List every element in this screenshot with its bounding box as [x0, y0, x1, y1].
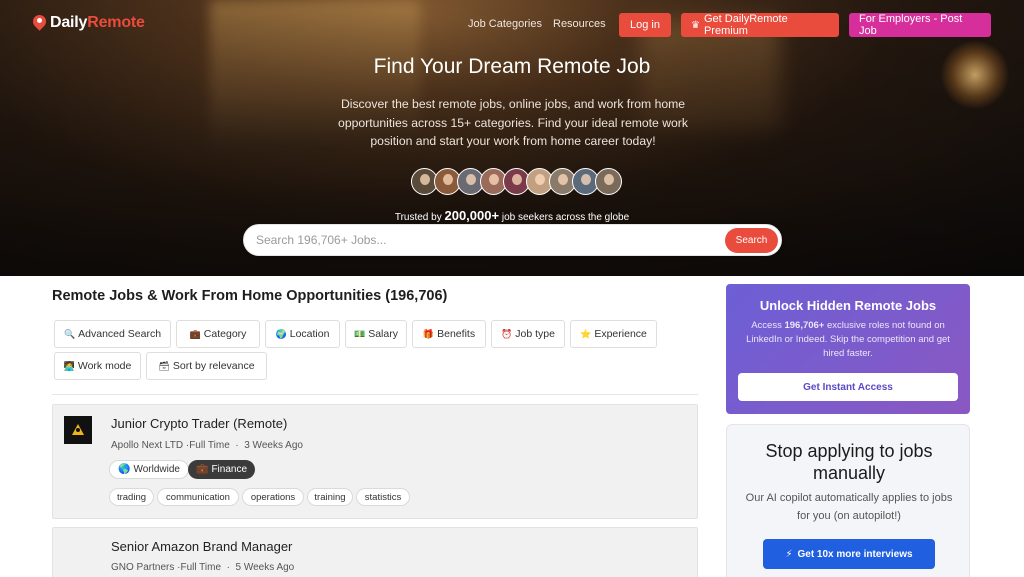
filter-location[interactable]: 🌍 Location [265, 320, 340, 348]
site-logo[interactable]: DailyRemote [33, 14, 145, 32]
promo-title: Unlock Hidden Remote Jobs [759, 298, 937, 313]
job-title[interactable]: Senior Amazon Brand Manager [111, 539, 292, 554]
job-type: ·Full Time [177, 562, 222, 573]
filter-label: Salary [368, 328, 398, 340]
job-meta: Apollo Next LTD ·Full Time · 3 Weeks Ago [111, 440, 303, 451]
globe-icon: 🌎 [118, 464, 131, 475]
job-company: GNO Partners [111, 562, 175, 573]
logo-text-daily: Daily [50, 14, 88, 31]
ai-copilot-card: Stop applying to jobs manually Our AI co… [726, 424, 970, 577]
filter-work-mode[interactable]: 🧑‍💻 Work mode [54, 352, 141, 380]
hero-subtitle: Discover the best remote jobs, online jo… [338, 97, 688, 148]
job-tag[interactable]: communication [157, 488, 239, 506]
star-icon: ⭐ [580, 328, 592, 339]
trusted-by-text: Trusted by 200,000+ job seekers across t… [0, 208, 1024, 223]
nav-job-categories[interactable]: Job Categories [468, 18, 542, 30]
premium-button-label: Get DailyRemote Premium [703, 13, 788, 37]
search-button[interactable]: Search [725, 228, 778, 253]
filter-label: Sort by relevance [172, 360, 255, 372]
avatar [595, 168, 622, 195]
job-title[interactable]: Junior Crypto Trader (Remote) [111, 416, 287, 431]
unlock-jobs-promo: Unlock Hidden Remote Jobs Access 196,706… [726, 284, 970, 414]
briefcase-icon: 💼 [196, 464, 209, 475]
copilot-button-label: Get 10x more interviews [797, 548, 913, 560]
filter-benefits[interactable]: 🎁 Benefits [412, 320, 486, 348]
sort-icon: 🗃 [158, 360, 170, 371]
meta-separator: · [232, 440, 242, 451]
lightning-icon: ⚡ [785, 548, 793, 560]
person-icon: 🧑‍💻 [63, 360, 75, 371]
logo-text-remote: Remote [87, 14, 145, 31]
filter-experience[interactable]: ⭐ Experience [570, 320, 657, 348]
page-title: Remote Jobs & Work From Home Opportuniti… [52, 288, 448, 304]
company-logo [64, 416, 92, 444]
badge-worldwide[interactable]: 🌎 Worldwide [109, 460, 189, 479]
avatar-group [411, 168, 622, 195]
filter-label: Benefits [437, 328, 476, 340]
logo-text: DailyRemote [50, 14, 145, 32]
job-tag[interactable]: trading [109, 488, 154, 506]
badge-label: Finance [211, 464, 248, 475]
job-posted: 5 Weeks Ago [235, 562, 295, 573]
post-job-button[interactable]: For Employers - Post Job [849, 13, 991, 37]
filter-label: Category [203, 328, 247, 340]
promo-text-count: 196,706+ [784, 320, 825, 331]
badge-label: Worldwide [133, 464, 180, 475]
filter-label: Job type [515, 328, 555, 340]
divider [52, 394, 698, 395]
job-tag[interactable]: training [307, 488, 353, 506]
clock-icon: ⏰ [501, 328, 513, 339]
search-input[interactable] [244, 225, 714, 255]
hero-title: Find Your Dream Remote Job [373, 55, 651, 78]
location-pin-icon [33, 15, 46, 32]
job-card[interactable]: Senior Amazon Brand Manager GNO Partners… [52, 527, 698, 577]
login-button[interactable]: Log in [619, 13, 671, 37]
trusted-prefix: Trusted by [394, 212, 442, 223]
search-icon: 🔍 [63, 328, 76, 339]
job-meta: GNO Partners ·Full Time · 5 Weeks Ago [111, 562, 294, 573]
hero-section: DailyRemote Job Categories Resources Log… [0, 0, 1024, 276]
company-logo-icon [70, 423, 86, 437]
job-card[interactable]: Junior Crypto Trader (Remote) Apollo Nex… [52, 404, 698, 519]
nav-resources[interactable]: Resources [553, 18, 606, 30]
filter-label: Work mode [77, 360, 132, 372]
sort-dropdown[interactable]: 🗃 Sort by relevance [146, 352, 267, 380]
filter-job-type[interactable]: ⏰ Job type [491, 320, 565, 348]
briefcase-icon: 💼 [189, 328, 201, 339]
meta-separator: · [223, 562, 233, 573]
promo-text: Access 196,706+ exclusive roles not foun… [738, 319, 958, 361]
job-company: Apollo Next LTD [111, 440, 184, 451]
job-tag[interactable]: statistics [356, 488, 410, 506]
copilot-text: Our AI copilot automatically applies to … [745, 492, 953, 522]
filter-label: Location [289, 328, 330, 340]
filter-label: Experience [594, 328, 647, 340]
badge-category[interactable]: 💼 Finance [188, 460, 256, 479]
filter-salary[interactable]: 💵 Salary [345, 320, 407, 348]
trusted-suffix: job seekers across the globe [501, 212, 630, 223]
filter-advanced-search[interactable]: 🔍 Advanced Search [54, 320, 171, 348]
search-bar: Search [243, 224, 782, 256]
globe-icon: 🌍 [275, 328, 287, 339]
promo-text-prefix: Access [751, 320, 782, 331]
money-icon: 💵 [354, 328, 366, 339]
copilot-title: Stop applying to jobs manually [765, 441, 933, 483]
get-interviews-button[interactable]: ⚡ Get 10x more interviews [763, 539, 935, 569]
premium-button[interactable]: ♛ Get DailyRemote Premium [681, 13, 839, 37]
job-posted: 3 Weeks Ago [244, 440, 303, 451]
filter-label: Advanced Search [78, 328, 162, 340]
job-tag[interactable]: operations [242, 488, 304, 506]
crown-icon: ♛ [691, 19, 700, 31]
job-type: ·Full Time [185, 440, 230, 451]
trusted-count: 200,000+ [444, 208, 500, 223]
get-instant-access-button[interactable]: Get Instant Access [738, 373, 958, 401]
filter-category[interactable]: 💼 Category [176, 320, 260, 348]
gift-icon: 🎁 [422, 328, 435, 339]
